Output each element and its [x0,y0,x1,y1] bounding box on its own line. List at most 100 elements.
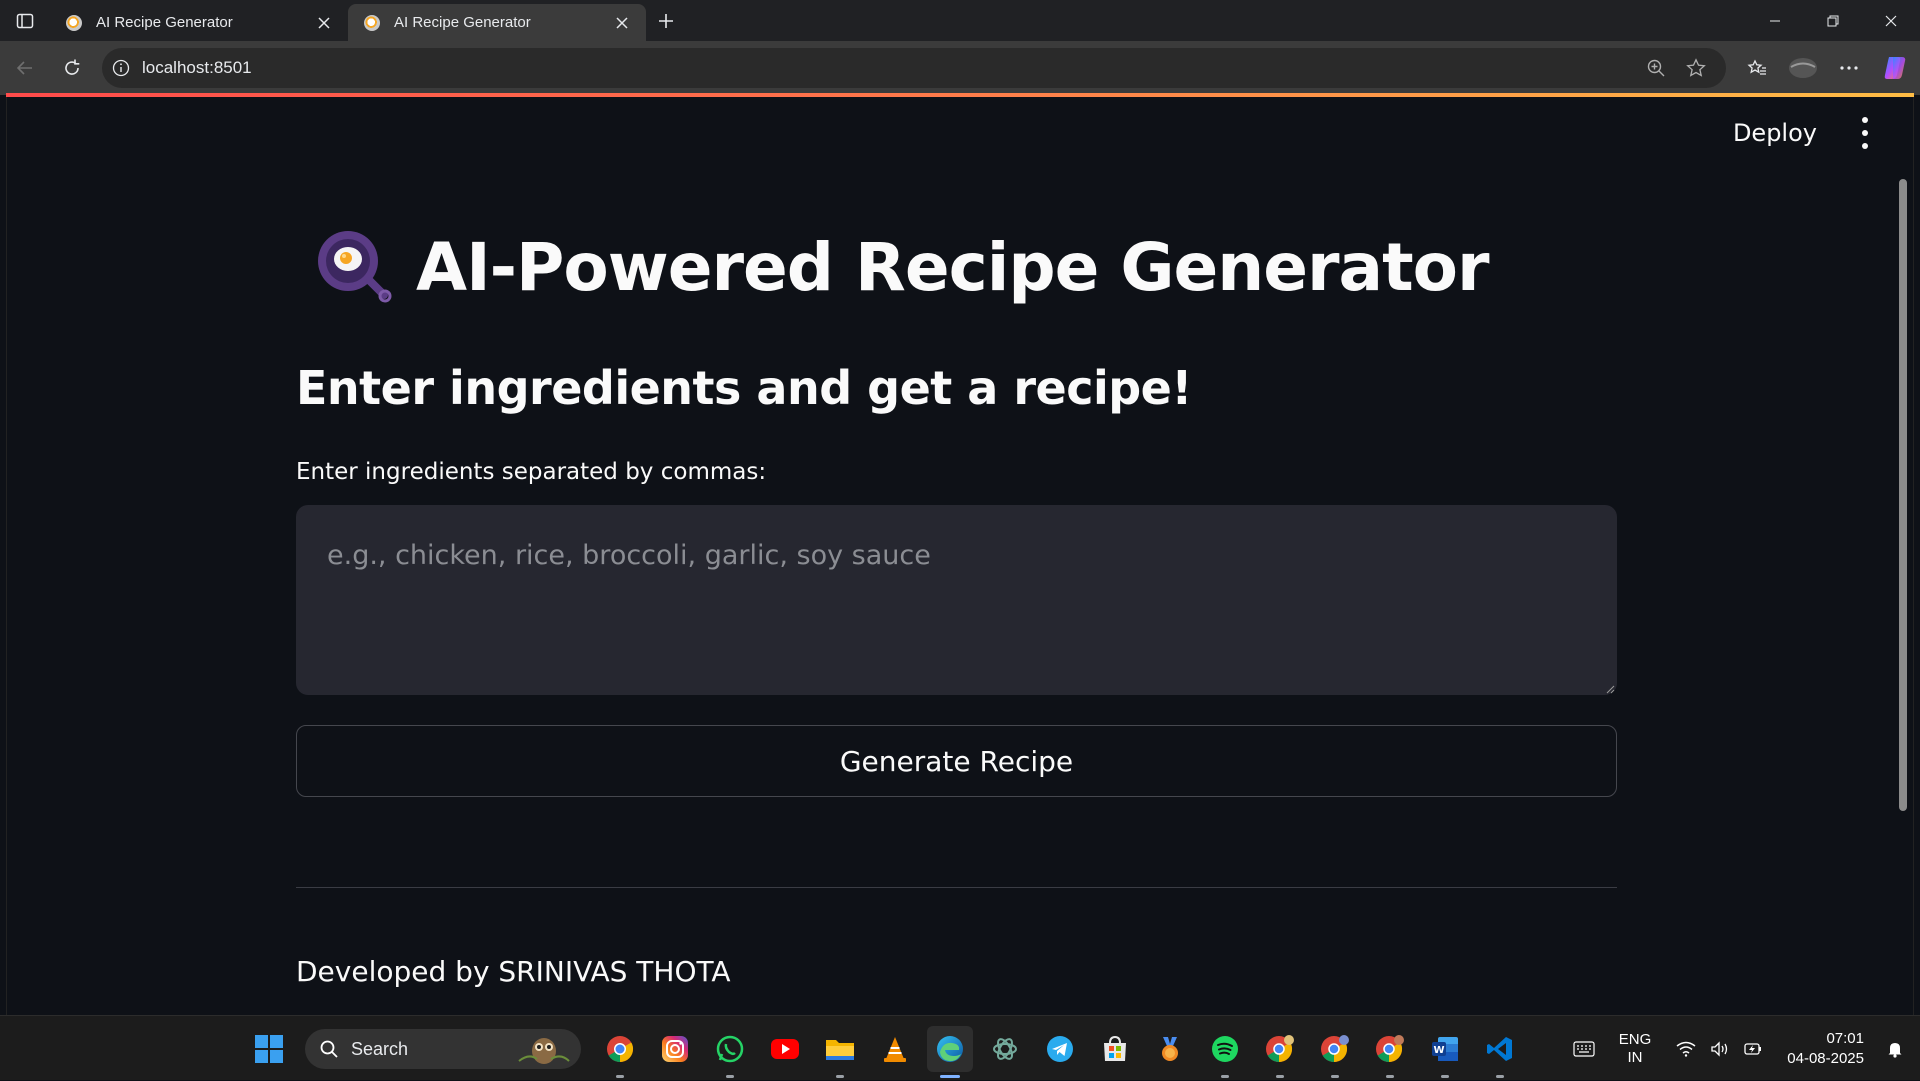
minimize-icon [1770,20,1780,21]
main-menu-button[interactable] [1855,117,1875,149]
favorites-button[interactable] [1734,48,1780,88]
file-explorer-icon [826,1040,854,1060]
chrome-profile-icon [1376,1035,1404,1063]
windows-logo-icon [255,1035,283,1063]
toolbar-actions [1734,48,1918,88]
ellipsis-icon [1840,66,1858,70]
taskbar-edge[interactable] [927,1026,973,1078]
clock-time: 07:01 [1826,1029,1864,1047]
whatsapp-icon [716,1035,744,1063]
taskbar-chatgpt[interactable] [982,1026,1028,1072]
site-info-icon[interactable] [112,59,130,77]
spotify-icon [1212,1036,1238,1062]
taskbar-chrome-profile-2[interactable] [1312,1026,1358,1078]
avatar-icon [1789,58,1817,78]
browser-tab-2[interactable]: AI Recipe Generator [348,4,646,41]
more-options-button[interactable] [1826,48,1872,88]
kebab-dot [1862,130,1868,136]
region-code: IN [1627,1048,1643,1066]
close-icon [1885,15,1897,26]
instagram-icon [662,1036,688,1062]
title-text: AI-Powered Recipe Generator [416,228,1490,306]
resize-handle-icon[interactable] [1606,685,1615,694]
touch-keyboard-button[interactable] [1569,1034,1599,1064]
recipe-favicon-icon [364,14,380,31]
clock-date: 04-08-2025 [1787,1049,1864,1067]
start-button[interactable] [246,1026,292,1072]
input-language-indicator[interactable]: ENG IN [1619,1031,1652,1067]
window-controls [1746,0,1920,41]
taskbar-word[interactable]: W [1422,1026,1468,1078]
divider [296,887,1617,888]
streamlit-app: Deploy AI-Powered Recipe Generator Enter… [6,97,1914,1015]
close-tab-icon[interactable] [312,11,336,35]
volume-status[interactable] [1705,1034,1735,1064]
deploy-button[interactable]: Deploy [1733,119,1817,147]
address-bar[interactable]: localhost:8501 [102,48,1726,88]
taskbar-spotify[interactable] [1202,1026,1248,1078]
wifi-status[interactable] [1671,1034,1701,1064]
refresh-icon [65,59,80,75]
notifications-button[interactable] [1880,1034,1910,1064]
clock[interactable]: 07:01 04-08-2025 [1787,1029,1864,1069]
ingredients-input[interactable] [296,505,1617,695]
taskbar-search[interactable]: Search [305,1029,581,1069]
microsoft-store-icon [1104,1035,1126,1061]
youtube-icon [771,1039,799,1059]
favorites-list-icon [1747,59,1766,75]
favorite-button[interactable] [1676,51,1716,85]
system-tray: ENG IN 07:01 04-08-2025 [1567,1016,1920,1081]
taskbar-youtube[interactable] [762,1026,808,1072]
zoom-in-icon [1647,59,1665,77]
taskbar-vscode[interactable] [1477,1026,1523,1078]
copilot-icon [1884,57,1906,79]
taskbar-chrome-profile-1[interactable] [1257,1026,1303,1078]
chrome-profile-icon [1321,1035,1349,1063]
page-title: AI-Powered Recipe Generator [314,227,1490,307]
chatgpt-icon [993,1038,1017,1060]
plus-icon [659,13,673,28]
generate-recipe-button[interactable]: Generate Recipe [296,725,1617,797]
restore-button[interactable] [1804,0,1862,41]
browser-tab-1[interactable]: AI Recipe Generator [50,4,348,41]
word-icon: W [1432,1037,1458,1061]
back-button[interactable] [3,48,47,88]
search-label: Search [351,1038,409,1059]
svg-text:W: W [1433,1045,1444,1056]
profile-button[interactable] [1780,48,1826,88]
taskbar-telegram[interactable] [1037,1026,1083,1072]
taskbar-chrome-profile-3[interactable] [1367,1026,1413,1078]
taskbar-badge-app[interactable] [1147,1026,1193,1072]
close-window-button[interactable] [1862,0,1920,41]
scrollbar[interactable] [1899,179,1907,811]
star-icon [1686,58,1706,77]
taskbar-whatsapp[interactable] [707,1026,753,1078]
vlc-icon [884,1037,906,1062]
zoom-button[interactable] [1636,51,1676,85]
vscode-icon [1487,1037,1512,1061]
language-code: ENG [1618,1030,1652,1048]
bell-icon [1888,1042,1902,1058]
taskbar-file-explorer[interactable] [817,1026,863,1078]
battery-status[interactable] [1739,1034,1769,1064]
taskbar-instagram[interactable] [652,1026,698,1072]
developer-credit: Developed by SRINIVAS THOTA [296,955,731,988]
search-highlight-owl-icon [518,1038,570,1064]
taskbar-microsoft-store[interactable] [1092,1026,1138,1072]
taskbar-apps: Search W [246,1026,1532,1078]
new-tab-button[interactable] [646,2,686,39]
windows-taskbar: Search W ENG IN 07:01 04-08-2025 [0,1015,1920,1080]
tab-actions-button[interactable] [0,0,50,41]
minimize-button[interactable] [1746,0,1804,41]
browser-toolbar: localhost:8501 [0,41,1920,95]
taskbar-chrome[interactable] [597,1026,643,1078]
restore-icon [1827,15,1839,26]
browser-tab-bar: AI Recipe Generator AI Recipe Generator [0,0,1920,41]
wifi-icon [1676,1041,1696,1057]
taskbar-vlc[interactable] [872,1026,918,1072]
copilot-button[interactable] [1872,48,1918,88]
refresh-button[interactable] [50,48,94,88]
close-tab-icon[interactable] [610,11,634,35]
chrome-icon [607,1036,634,1063]
kebab-dot [1862,117,1868,123]
